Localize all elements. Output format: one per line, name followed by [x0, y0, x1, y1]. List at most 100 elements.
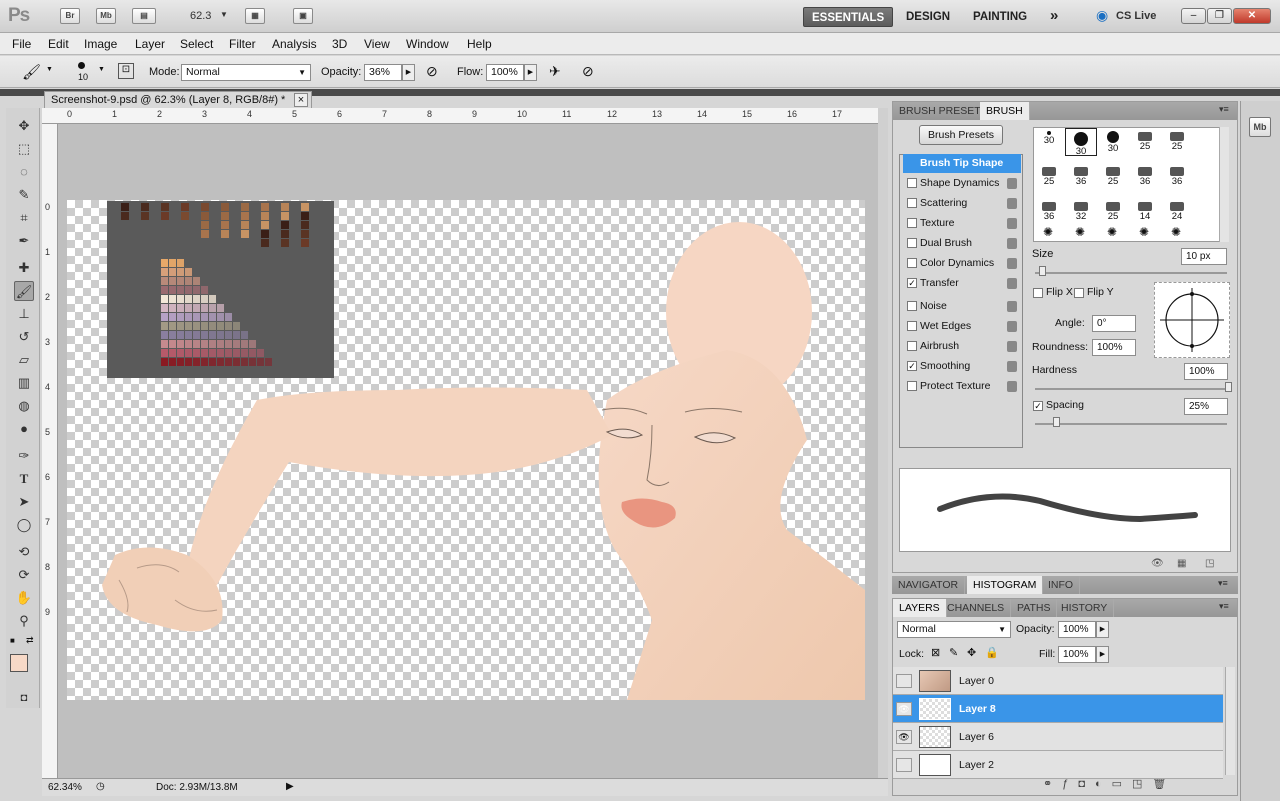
brush-tip-1[interactable]: 30: [1065, 128, 1097, 157]
brush-option-airbrush[interactable]: Airbrush: [903, 337, 1021, 356]
size-input[interactable]: 10 px: [1181, 248, 1227, 265]
brush-tip-scrollbar[interactable]: [1219, 127, 1229, 242]
lock-icon[interactable]: [1007, 341, 1017, 352]
brush-tip-7[interactable]: 25: [1097, 163, 1129, 191]
brush-option-brush-tip-shape[interactable]: Brush Tip Shape: [903, 154, 1021, 173]
brush-option-checkbox[interactable]: [907, 381, 917, 391]
spacing-input[interactable]: 25%: [1184, 398, 1228, 415]
brush-grid-icon[interactable]: ▦: [1177, 558, 1186, 569]
angle-input[interactable]: 0°: [1092, 315, 1136, 332]
hand-tool-icon[interactable]: ✋: [14, 588, 34, 608]
brush-option-shape-dynamics[interactable]: Shape Dynamics: [903, 174, 1021, 193]
tab-brush[interactable]: BRUSH: [980, 102, 1030, 120]
flow-input[interactable]: 100%: [486, 64, 524, 81]
layer-row[interactable]: Layer 0: [893, 667, 1223, 695]
menu-file[interactable]: File: [12, 37, 31, 51]
horizontal-ruler[interactable]: 0 1 2 3 4 5 6 7 8 9 10 11 12 13 14 15 16 17: [42, 108, 880, 124]
close-window-button[interactable]: ✕: [1233, 8, 1271, 24]
hardness-input[interactable]: 100%: [1184, 363, 1228, 380]
spacing-checkbox[interactable]: ✓: [1033, 401, 1043, 411]
splatter-brush-icon[interactable]: ✺: [1139, 225, 1149, 239]
hardness-slider-track[interactable]: [1035, 388, 1227, 390]
restore-button[interactable]: ❐: [1207, 8, 1232, 24]
blend-mode-select[interactable]: Normal ▼: [897, 621, 1011, 638]
marquee-tool-icon[interactable]: ⬚: [14, 139, 34, 159]
brush-tip-13[interactable]: 14: [1129, 198, 1161, 226]
brush-picker-dropdown-icon[interactable]: ▼: [98, 66, 105, 73]
zoom-tool-icon[interactable]: ⚲: [14, 611, 34, 631]
lock-icon[interactable]: [1007, 178, 1017, 189]
lock-transparent-icon[interactable]: ⊠: [931, 646, 940, 659]
layers-scrollbar[interactable]: [1225, 667, 1235, 775]
path-selection-tool-icon[interactable]: ➤: [14, 492, 34, 512]
flip-y-checkbox[interactable]: [1074, 288, 1084, 298]
brush-tip-11[interactable]: 32: [1065, 198, 1097, 226]
status-arrow-icon[interactable]: ▶: [286, 781, 294, 792]
document-vertical-scrollbar[interactable]: [878, 108, 888, 778]
layer-row[interactable]: 👁 Layer 8: [893, 695, 1223, 723]
brush-option-texture[interactable]: Texture: [903, 214, 1021, 233]
lock-icon[interactable]: [1007, 278, 1017, 289]
brush-option-transfer[interactable]: Transfer ✓: [903, 274, 1021, 293]
tablet-pressure-opacity-icon[interactable]: ⊘: [426, 63, 438, 80]
roundness-input[interactable]: 100%: [1092, 339, 1136, 356]
extras-menu-icon[interactable]: ▤: [132, 8, 156, 24]
brush-option-noise[interactable]: Noise: [903, 297, 1021, 316]
brush-tip-3[interactable]: 25: [1129, 128, 1161, 156]
foreground-color-swatch[interactable]: [10, 654, 28, 672]
brush-tip-9[interactable]: 36: [1161, 163, 1193, 191]
brush-tool-icon[interactable]: 🖌: [14, 281, 34, 301]
fill-slider-button[interactable]: ▶: [1096, 646, 1109, 663]
brush-tip-14[interactable]: 24: [1161, 198, 1193, 226]
bridge-button[interactable]: Br: [60, 8, 80, 24]
more-workspaces-icon[interactable]: »: [1042, 7, 1066, 27]
brush-tip-preview-icon[interactable]: [78, 62, 85, 69]
splatter-brush-icon[interactable]: ✺: [1043, 225, 1053, 239]
layers-menu-icon[interactable]: ▾≡: [1219, 601, 1229, 612]
default-colors-icon[interactable]: ■: [10, 636, 15, 645]
vertical-ruler[interactable]: 0 1 2 3 4 5 6 7 8 9: [42, 124, 58, 778]
brush-angle-widget[interactable]: [1154, 282, 1230, 358]
brush-option-checkbox[interactable]: [907, 178, 917, 188]
menu-help[interactable]: Help: [467, 37, 492, 51]
layer-visibility-eye-icon[interactable]: 👁: [896, 730, 912, 744]
move-tool-icon[interactable]: ✥: [14, 116, 34, 136]
tab-info[interactable]: INFO: [1042, 576, 1081, 594]
menu-analysis[interactable]: Analysis: [272, 37, 317, 51]
lock-icon[interactable]: [1007, 301, 1017, 312]
mini-bridge-dock-button[interactable]: Mb: [1249, 117, 1271, 137]
brush-option-checkbox[interactable]: [907, 301, 917, 311]
mini-bridge-button[interactable]: Mb: [96, 8, 116, 24]
tool-preset-dropdown-icon[interactable]: ▼: [46, 66, 53, 73]
lasso-tool-icon[interactable]: ◌: [14, 162, 34, 182]
swap-colors-icon[interactable]: ⇄: [26, 635, 34, 646]
splatter-brush-icon[interactable]: ✺: [1171, 225, 1181, 239]
shape-tool-icon[interactable]: ◯: [14, 515, 34, 535]
brush-option-checkbox[interactable]: [907, 321, 917, 331]
brush-option-checkbox[interactable]: [907, 218, 917, 228]
navigator-menu-icon[interactable]: ▾≡: [1218, 578, 1228, 589]
dodge-tool-icon[interactable]: ●: [14, 419, 34, 439]
document-tab[interactable]: Screenshot-9.psd @ 62.3% (Layer 8, RGB/8…: [44, 91, 312, 109]
status-menu-icon[interactable]: ◷: [96, 781, 105, 792]
size-slider-handle[interactable]: [1039, 266, 1046, 276]
tab-layers[interactable]: LAYERS: [893, 599, 947, 617]
brush-option-checkbox[interactable]: [907, 238, 917, 248]
toggle-live-tip-icon[interactable]: 👁: [1151, 558, 1164, 569]
brush-tip-6[interactable]: 36: [1065, 163, 1097, 191]
brush-tip-4[interactable]: 25: [1161, 128, 1193, 156]
lock-icon[interactable]: [1007, 321, 1017, 332]
workspace-design[interactable]: DESIGN: [898, 7, 958, 27]
quick-mask-icon[interactable]: ◘: [14, 688, 34, 708]
lock-all-icon[interactable]: 🔒: [985, 646, 999, 659]
brush-option-color-dynamics[interactable]: Color Dynamics: [903, 254, 1021, 273]
quick-selection-tool-icon[interactable]: ✎: [14, 185, 34, 205]
menu-filter[interactable]: Filter: [229, 37, 256, 51]
eyedropper-tool-icon[interactable]: ✒: [14, 231, 34, 251]
splatter-brush-icon[interactable]: ✺: [1075, 225, 1085, 239]
menu-layer[interactable]: Layer: [135, 37, 165, 51]
brush-tip-5[interactable]: 25: [1033, 163, 1065, 191]
lock-position-icon[interactable]: ✥: [967, 646, 976, 659]
brush-option-wet-edges[interactable]: Wet Edges: [903, 317, 1021, 336]
opacity-input[interactable]: 36%: [364, 64, 402, 81]
